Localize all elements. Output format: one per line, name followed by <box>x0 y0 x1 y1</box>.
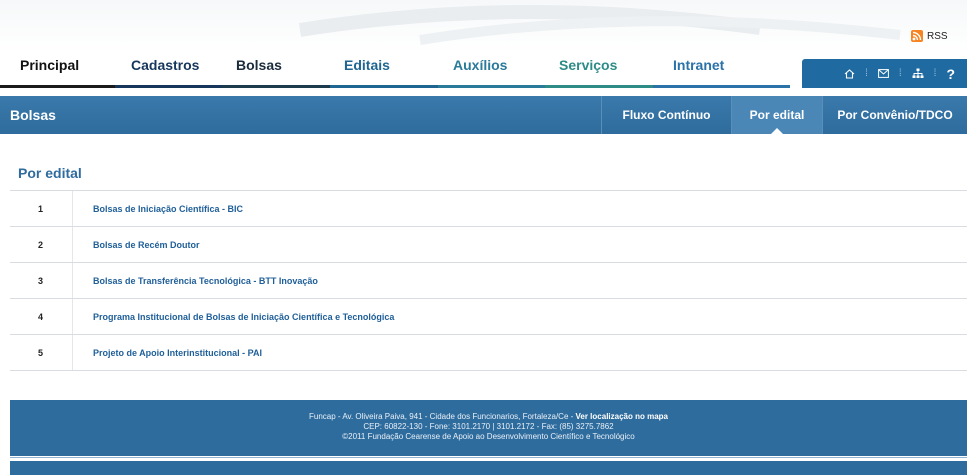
tab-label: Fluxo Contínuo <box>622 108 711 122</box>
mail-icon[interactable] <box>877 69 889 78</box>
item-link[interactable]: Bolsas de Recém Doutor <box>73 240 200 250</box>
footer-address-line: Funcap - Av. Oliveira Paiva, 941 - Cidad… <box>10 412 967 422</box>
main-navigation: Principal Cadastros Bolsas Editais Auxíl… <box>0 52 790 88</box>
tab-label: Por Convênio/TDCO <box>837 108 953 122</box>
list-item: 5 Projeto de Apoio Interinstitucional - … <box>10 335 967 371</box>
edital-list: 1 Bolsas de Iniciação Científica - BIC 2… <box>10 191 967 371</box>
rss-link[interactable]: RSS <box>911 30 948 42</box>
item-link[interactable]: Projeto de Apoio Interinstitucional - PA… <box>73 348 262 358</box>
footer-copyright: ©2011 Fundação Cearense de Apoio ao Dese… <box>342 432 635 441</box>
nav-label: Bolsas <box>236 57 282 73</box>
footer-contact: CEP: 60822-130 - Fone: 3101.2170 | 3101.… <box>363 422 614 431</box>
item-number: 2 <box>38 239 44 250</box>
nav-underline <box>438 85 545 88</box>
tab-fluxo-continuo[interactable]: Fluxo Contínuo <box>601 96 731 134</box>
nav-label: Cadastros <box>131 57 200 73</box>
nav-intranet[interactable]: Intranet <box>653 52 790 88</box>
nav-label: Intranet <box>673 57 725 73</box>
nav-label: Serviços <box>559 57 618 73</box>
separator: ⁞ <box>898 68 902 79</box>
list-item: 1 Bolsas de Iniciação Científica - BIC <box>10 191 967 227</box>
nav-cadastros[interactable]: Cadastros <box>115 52 222 88</box>
nav-servicos[interactable]: Serviços <box>545 52 653 88</box>
footer: Funcap - Av. Oliveira Paiva, 941 - Cidad… <box>10 400 967 456</box>
item-number: 5 <box>38 347 44 358</box>
nav-principal[interactable]: Principal <box>0 52 115 88</box>
tab-label: Por edital <box>749 108 805 122</box>
rss-icon <box>911 30 923 42</box>
section-title: Bolsas <box>10 107 56 123</box>
section-bar: Bolsas Fluxo Contínuo Por edital Por Con… <box>0 96 967 134</box>
sitemap-icon[interactable] <box>912 68 924 79</box>
nav-underline <box>0 85 115 88</box>
separator: ⁞ <box>933 68 937 79</box>
utility-toolbar: ⁞ ⁞ ⁞ ? <box>802 59 967 88</box>
tab-por-convenio[interactable]: Por Convênio/TDCO <box>822 96 967 134</box>
nav-underline <box>115 85 222 88</box>
page-title: Por edital <box>18 165 82 181</box>
nav-underline <box>330 85 438 88</box>
item-link[interactable]: Bolsas de Iniciação Científica - BIC <box>73 204 243 214</box>
list-item: 4 Programa Institucional de Bolsas de In… <box>10 299 967 335</box>
nav-bolsas[interactable]: Bolsas <box>222 52 330 88</box>
item-link[interactable]: Bolsas de Transferência Tecnológica - BT… <box>73 276 318 286</box>
nav-underline <box>222 85 330 88</box>
tab-por-edital[interactable]: Por edital <box>731 96 822 134</box>
rss-label: RSS <box>927 30 948 42</box>
nav-label: Auxílios <box>453 57 508 73</box>
footer-bottom-band <box>10 461 967 475</box>
nav-label: Principal <box>20 57 80 73</box>
nav-editais[interactable]: Editais <box>330 52 438 88</box>
item-number: 4 <box>38 311 44 322</box>
nav-underline <box>653 85 790 88</box>
nav-underline <box>545 85 653 88</box>
item-number: 3 <box>38 275 44 286</box>
map-link[interactable]: Ver localização no mapa <box>576 412 668 421</box>
list-item: 2 Bolsas de Recém Doutor <box>10 227 967 263</box>
nav-auxilios[interactable]: Auxílios <box>438 52 545 88</box>
help-button[interactable]: ? <box>946 66 955 82</box>
item-link[interactable]: Programa Institucional de Bolsas de Inic… <box>73 312 394 322</box>
footer-address: Funcap - Av. Oliveira Paiva, 941 - Cidad… <box>309 412 576 421</box>
item-number: 1 <box>38 203 44 214</box>
sub-tabs: Fluxo Contínuo Por edital Por Convênio/T… <box>601 96 967 134</box>
nav-label: Editais <box>344 57 390 73</box>
separator: ⁞ <box>865 68 868 79</box>
footer-divider <box>10 457 967 458</box>
list-item: 3 Bolsas de Transferência Tecnológica - … <box>10 263 967 299</box>
home-icon[interactable] <box>844 68 855 79</box>
